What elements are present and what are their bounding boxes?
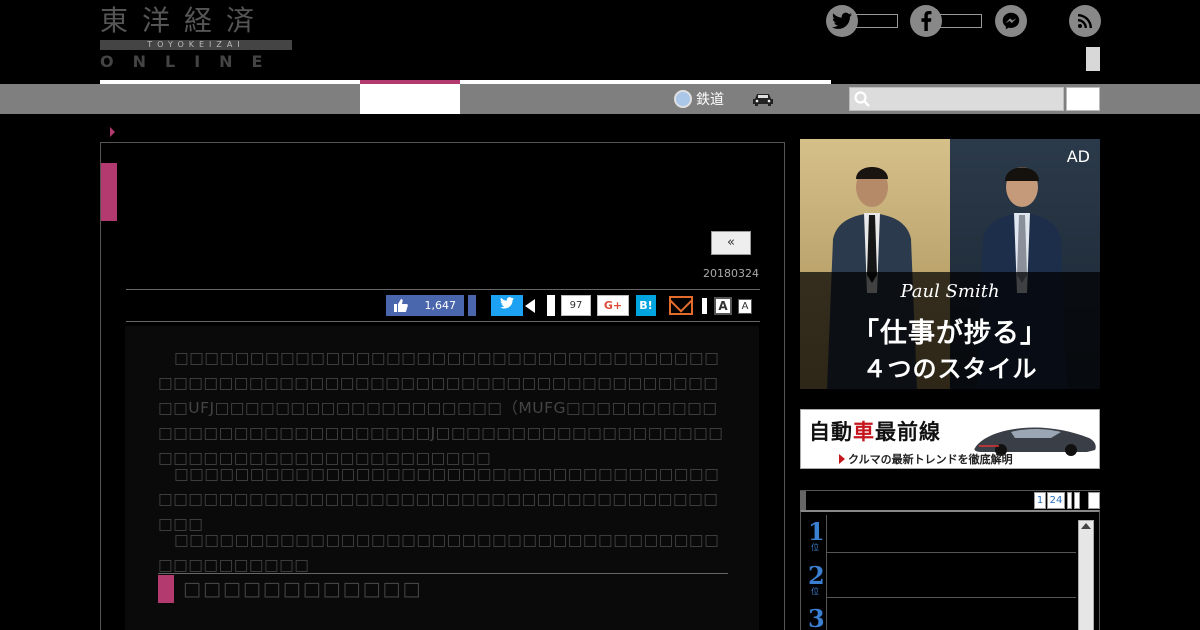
ranking-tab-month[interactable]: [1074, 492, 1080, 509]
rank-number: 3: [808, 604, 825, 630]
article-paragraph: □□□□□□□□□□□□□□□□□□□□□□□□□□□□□□□□□□□□□□□□…: [158, 531, 720, 574]
subheading-accent: [158, 575, 174, 603]
facebook-like-count: 1,647: [424, 299, 457, 312]
mail-icon[interactable]: [669, 296, 693, 315]
ranking-tab-more[interactable]: [1088, 492, 1100, 509]
ranking-row-divider: [826, 552, 1076, 553]
article-date: 20180324: [703, 267, 759, 280]
car-icon[interactable]: [752, 92, 774, 106]
facebook-share-button[interactable]: [468, 295, 476, 316]
article-subheading: □□□□□□□□□□□□: [183, 578, 423, 600]
twitter-count: [856, 14, 898, 28]
breadcrumb-arrow-icon: [110, 127, 115, 137]
prev-page-button[interactable]: «: [711, 231, 751, 255]
logo-kanji: 東洋経済: [100, 4, 269, 37]
ad-banner-paul-smith[interactable]: AD Paul Smith 「仕事が捗る」 ４つのスタイル: [800, 139, 1100, 389]
train-icon: [674, 90, 692, 108]
tweet-count-pointer: [525, 299, 535, 313]
banner-title: 自動車最前線: [809, 416, 941, 446]
share-divider-top: [126, 289, 760, 290]
twitter-follow-button[interactable]: [826, 5, 898, 37]
search-input[interactable]: [849, 87, 1064, 111]
subheading-rule: [158, 573, 728, 574]
tweet-button[interactable]: [491, 295, 523, 316]
scroll-up-icon[interactable]: [1081, 523, 1091, 529]
ranking-tab-1h[interactable]: 1: [1034, 492, 1046, 509]
ranking-row-divider: [826, 597, 1076, 598]
article-paragraph: □□□□□□□□□□□□□□□□□□□□□□□□□□□□□□□□□□□□□□□□…: [158, 349, 724, 467]
font-size-large-button[interactable]: A: [714, 297, 732, 315]
ranking-divider: [826, 515, 827, 630]
rss-icon: [1069, 5, 1101, 37]
rank-unit: 位: [811, 587, 819, 596]
car-feature-banner[interactable]: 自動車最前線 クルマの最新トレンドを徹底解明: [800, 409, 1100, 469]
ranking-tab-24h[interactable]: 24: [1047, 492, 1065, 509]
rank-unit: 位: [811, 543, 819, 552]
font-size-small-button[interactable]: A: [738, 299, 752, 314]
ad-subheadline: ４つのスタイル: [862, 355, 1038, 383]
ranking-scrollbar[interactable]: [1078, 520, 1094, 630]
nav-item-railway-label: 鉄道: [696, 92, 724, 108]
thumbs-up-icon: [394, 299, 408, 312]
ad-brand: Paul Smith: [900, 281, 1000, 302]
ranking-header-rule: [800, 490, 1100, 491]
print-button[interactable]: [702, 298, 707, 314]
ranking-list: [800, 510, 1100, 630]
ad-headline: 「仕事が捗る」: [852, 318, 1048, 349]
hatena-bookmark-button[interactable]: B!: [636, 295, 656, 316]
pocket-count: 97: [561, 295, 591, 316]
nav-item-railway[interactable]: 鉄道: [674, 84, 724, 114]
ranking-tab-week[interactable]: [1067, 492, 1072, 509]
messenger-icon: [995, 5, 1027, 37]
share-bar: 1,647 97 G+ B! A A: [126, 295, 760, 317]
facebook-icon: [910, 5, 942, 37]
twitter-icon: [500, 297, 514, 309]
title-accent: [101, 163, 117, 221]
article-paragraph: □□□□□□□□□□□□□□□□□□□□□□□□□□□□□□□□□□□□□□□□…: [158, 465, 720, 533]
member-button[interactable]: [1086, 47, 1100, 71]
banner-title-a: 自動: [809, 420, 853, 444]
rss-button[interactable]: [1069, 5, 1101, 37]
logo-online: ONLINE: [100, 52, 282, 71]
ranking-header-accent: [800, 491, 806, 511]
site-logo[interactable]: 東洋経済 TOYOKEIZAI ONLINE: [100, 4, 292, 71]
facebook-follow-button[interactable]: [910, 5, 982, 37]
search-icon: [854, 91, 870, 107]
facebook-like-button[interactable]: 1,647: [386, 295, 464, 316]
banner-title-c: 最前線: [875, 420, 941, 444]
logo-romaji: TOYOKEIZAI: [100, 40, 292, 50]
banner-subtitle: クルマの最新トレンドを徹底解明: [839, 451, 1013, 467]
ad-label: AD: [1066, 147, 1090, 166]
messenger-button[interactable]: [995, 5, 1027, 37]
facebook-count: [940, 14, 982, 28]
search-button[interactable]: [1066, 87, 1100, 111]
share-divider-bottom: [126, 321, 760, 322]
pocket-button[interactable]: [547, 295, 555, 316]
google-plus-button[interactable]: G+: [597, 295, 629, 316]
twitter-icon: [826, 5, 858, 37]
nav-item-active[interactable]: [360, 84, 460, 114]
banner-title-b: 車: [853, 420, 875, 444]
